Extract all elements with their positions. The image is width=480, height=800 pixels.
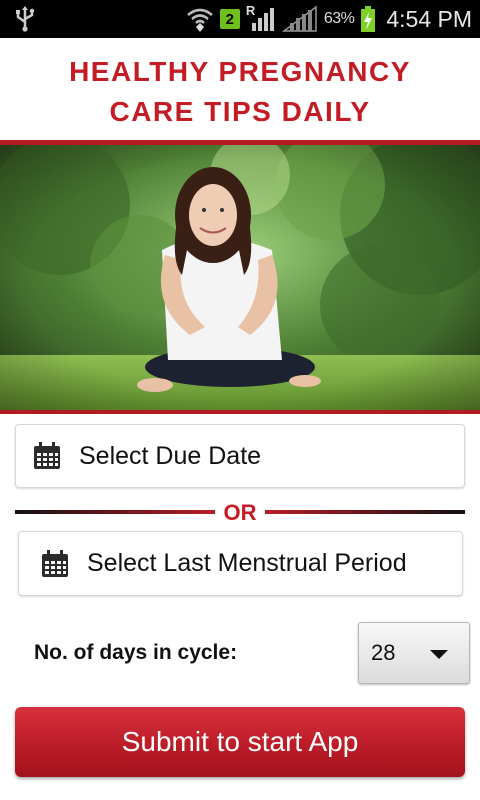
battery-percent: 63%: [323, 10, 355, 27]
calendar-icon: [42, 549, 68, 577]
app-header: HEALTHY PREGNANCY CARE TIPS DAILY: [0, 38, 480, 140]
or-divider-right: [265, 510, 465, 514]
calendar-icon: [34, 442, 60, 469]
usb-icon: [16, 6, 35, 32]
dropdown-arrow-icon: [430, 650, 448, 659]
hero-image: [0, 145, 480, 410]
cycle-days-value: 28: [371, 640, 396, 665]
cycle-days-label: No. of days in cycle:: [34, 641, 238, 664]
status-bar: 2 R 63% 4:54 PM: [0, 0, 480, 38]
wifi-icon: [186, 8, 213, 32]
lmp-label: Select Last Menstrual Period: [87, 549, 407, 577]
app-title-line1: HEALTHY PREGNANCY: [69, 56, 411, 87]
app-title-line2: CARE TIPS DAILY: [109, 96, 371, 127]
select-due-date-button[interactable]: Select Due Date: [15, 424, 465, 488]
hero-divider: [0, 410, 480, 414]
signal-icon: [281, 5, 317, 32]
select-last-menstrual-period-button[interactable]: Select Last Menstrual Period: [18, 531, 463, 596]
due-date-label: Select Due Date: [79, 441, 262, 470]
cycle-days-dropdown[interactable]: 28: [358, 622, 470, 684]
network-badge: 2: [219, 9, 240, 29]
or-label: OR: [223, 500, 257, 525]
submit-button[interactable]: Submit to start App: [15, 707, 465, 777]
or-divider-left: [15, 510, 215, 514]
roaming-signal-icon: R: [246, 3, 276, 33]
clock: 4:54 PM: [386, 5, 472, 32]
battery-charging-icon: [361, 6, 376, 32]
